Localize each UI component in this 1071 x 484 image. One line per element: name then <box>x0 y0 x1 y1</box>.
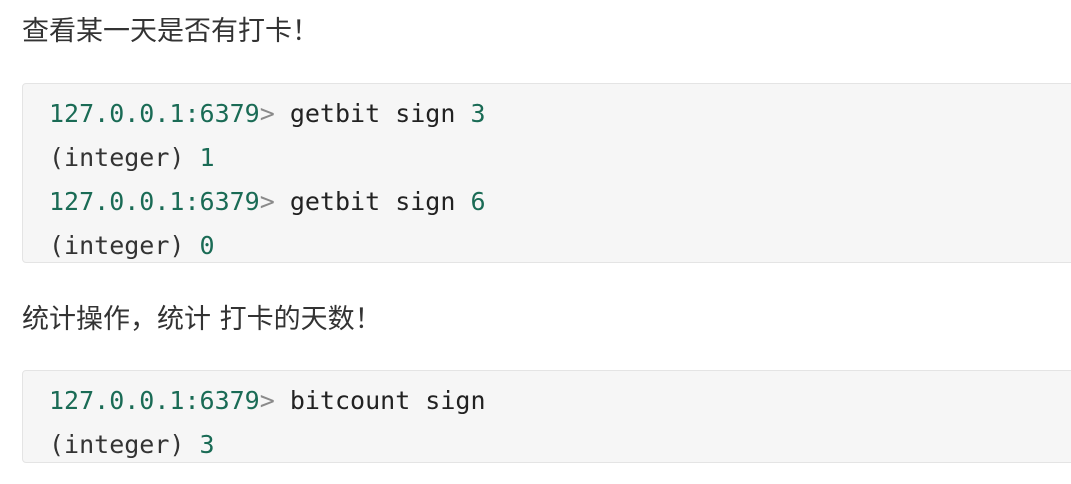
code-line-command: 127.0.0.1:6379> getbit sign 3 <box>49 92 1071 136</box>
result-type: (integer) <box>49 430 185 459</box>
prompt-arrow: > <box>259 187 275 216</box>
code-line-command: 127.0.0.1:6379> getbit sign 6 <box>49 180 1071 224</box>
section-heading-check-in: 查看某一天是否有打卡！ <box>22 16 319 47</box>
command-text: getbit sign <box>274 187 471 216</box>
code-line-result: (integer) 1 <box>49 136 1071 180</box>
prompt-host: 127.0.0.1:6379 <box>49 386 260 415</box>
result-type: (integer) <box>49 231 185 260</box>
code-line-result: (integer) 3 <box>49 423 1071 467</box>
command-argument: 3 <box>470 99 486 128</box>
code-line-result: (integer) 0 <box>49 224 1071 268</box>
prompt-host: 127.0.0.1:6379 <box>49 99 260 128</box>
command-argument: 6 <box>470 187 486 216</box>
prompt-arrow: > <box>259 386 275 415</box>
command-text: bitcount sign <box>274 386 486 415</box>
result-value: 3 <box>184 430 215 459</box>
result-value: 1 <box>184 143 215 172</box>
result-type: (integer) <box>49 143 185 172</box>
code-block-bitcount: 127.0.0.1:6379> bitcount sign (integer) … <box>22 370 1071 463</box>
section-heading-count: 统计操作，统计 打卡的天数！ <box>22 304 382 335</box>
prompt-arrow: > <box>259 99 275 128</box>
code-line-command: 127.0.0.1:6379> bitcount sign <box>49 379 1071 423</box>
result-value: 0 <box>184 231 215 260</box>
prompt-host: 127.0.0.1:6379 <box>49 187 260 216</box>
code-block-getbit: 127.0.0.1:6379> getbit sign 3 (integer) … <box>22 83 1071 263</box>
command-text: getbit sign <box>274 99 471 128</box>
